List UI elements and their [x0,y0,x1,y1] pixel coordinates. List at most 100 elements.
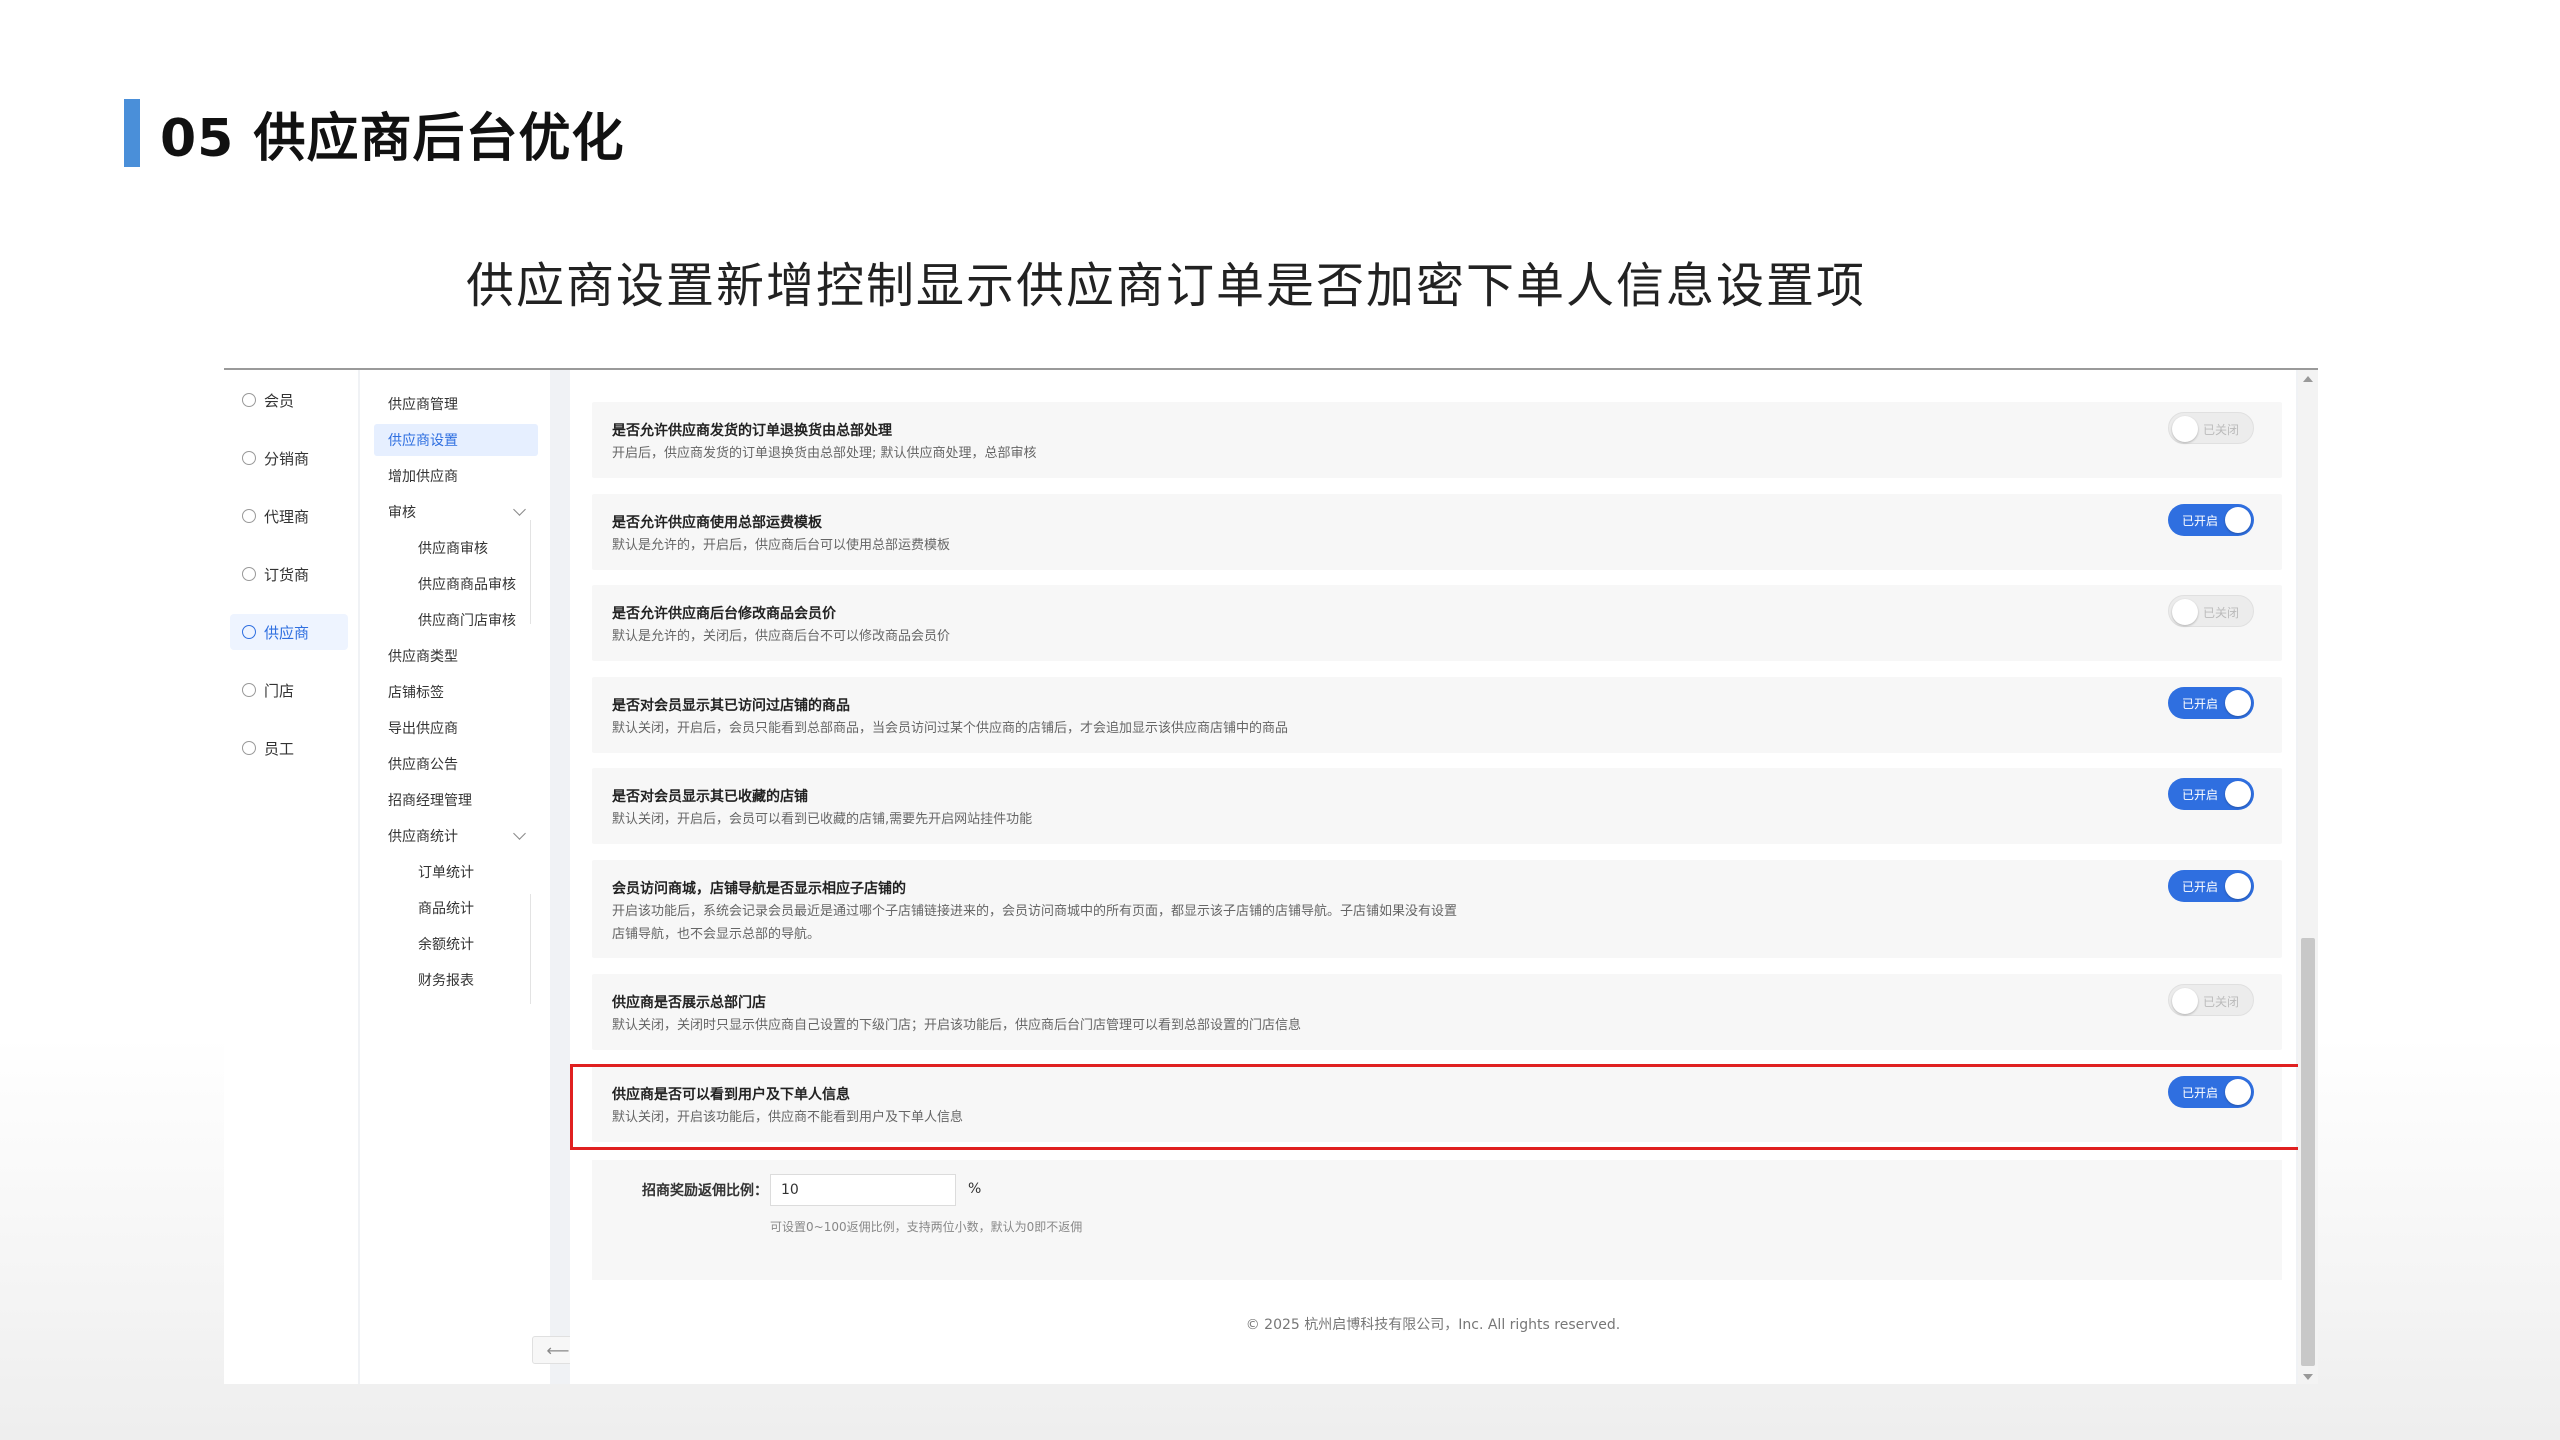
sub-nav-item-11[interactable]: 招商经理管理 [374,784,538,816]
toggle-label: 已开启 [2182,514,2219,528]
setting-toggle[interactable]: 已开启 [2168,504,2254,536]
store-icon [242,683,256,697]
setting-description: 开启该功能后，系统会记录会员最近是通过哪个子店铺链接进来的，会员访问商城中的所有… [612,904,1458,942]
nav-item-1[interactable]: 分销商 [230,440,348,476]
slide-header: 05 供应商后台优化 [124,99,624,169]
toggle-knob [2172,416,2198,442]
commission-unit: % [968,1181,982,1197]
sub-nav-item-label: 供应商门店审核 [418,613,516,629]
setting-row: 是否允许供应商使用总部运费模板默认是允许的，开启后，供应商后台可以使用总部运费模… [592,494,2282,570]
nav-item-0[interactable]: 会员 [230,382,348,418]
sub-nav-item-1[interactable]: 供应商设置 [374,424,538,456]
sub-nav-item-label: 订单统计 [418,865,474,881]
toggle-knob [2225,781,2251,807]
sub-nav-item-7[interactable]: 供应商类型 [374,640,538,672]
sub-nav-item-label: 供应商审核 [418,541,488,557]
nav-item-3[interactable]: 订货商 [230,556,348,592]
setting-row: 供应商是否展示总部门店 默认关闭，关闭时只显示供应商自己设置的下级门店；开启该功能… [592,974,2282,1050]
sub-nav-item-3[interactable]: 审核 [374,496,538,528]
sub-nav-item-9[interactable]: 导出供应商 [374,712,538,744]
sub-nav-item-label: 招商经理管理 [388,793,472,809]
setting-description: 默认关闭，开启后，会员可以看到已收藏的店铺,需要先开启网站挂件功能 [612,812,1033,827]
sub-nav-item-4[interactable]: 供应商审核 [374,532,538,564]
setting-description: 默认是允许的，开启后，供应商后台可以使用总部运费模板 [612,538,951,553]
toggle-knob [2225,690,2251,716]
highlight-box [570,1064,2316,1150]
setting-description: 默认是允许的，关闭后，供应商后台不可以修改商品会员价 [612,629,951,644]
sub-nav-item-13[interactable]: 订单统计 [374,856,538,888]
toggle-knob [2225,873,2251,899]
agent-icon [242,509,256,523]
toggle-knob [2172,599,2198,625]
orderer-icon [242,567,256,581]
setting-title: 是否允许供应商后台修改商品会员价 [612,606,836,622]
sub-nav-item-label: 财务报表 [418,973,474,989]
setting-title: 会员访问商城，店铺导航是否显示相应子店铺的 [612,881,906,897]
content-area: 供应商是否可以看到用户及下单人信息 默认关闭，开启该功能后，供应商不能看到用户及下… [570,370,2316,1384]
scroll-thumb[interactable] [2301,938,2315,1366]
toggle-label: 已关闭 [2202,423,2239,437]
nav-item-label: 订货商 [264,565,310,584]
sub-nav-item-label: 供应商设置 [388,433,458,449]
setting-row: 是否允许供应商发货的订单退换货由总部处理 开启后，供应商发货的订单退换货由总部处理… [592,402,2282,478]
nav-item-label: 员工 [264,739,295,758]
nav-item-label: 门店 [264,681,295,700]
sub-nav-item-5[interactable]: 供应商商品审核 [374,568,538,600]
nav-item-6[interactable]: 员工 [230,730,348,766]
sub-nav-item-0[interactable]: 供应商管理 [374,388,538,420]
setting-description: 默认关闭，开启后，会员只能看到总部商品，当会员访问过某个供应商的店铺后，才会追加… [612,721,1289,736]
sub-nav-item-label: 审核 [388,505,416,521]
setting-toggle[interactable]: 已开启 [2168,870,2254,902]
sub-nav-item-label: 商品统计 [418,901,474,917]
settings-panel: 供应商是否可以看到用户及下单人信息 默认关闭，开启该功能后，供应商不能看到用户及下… [570,370,2316,1296]
nav-item-2[interactable]: 代理商 [230,498,348,534]
setting-toggle[interactable]: 已关闭 [2168,984,2254,1016]
sub-nav-item-8[interactable]: 店铺标签 [374,676,538,708]
toggle-knob [2172,988,2198,1014]
sub-nav-item-label: 供应商商品审核 [418,577,516,593]
nav-item-label: 代理商 [264,507,310,526]
toggle-label: 已关闭 [2202,995,2239,1009]
commission-hint: 可设置0~100返佣比例，支持两位小数，默认为0即不返佣 [770,1220,1083,1234]
sub-nav-item-14[interactable]: 商品统计 [374,892,538,924]
footer-copyright: © 2025 杭州启博科技有限公司，Inc. All rights reserv… [1245,1317,1621,1333]
nav-item-label: 分销商 [264,449,310,468]
sub-nav-item-label: 供应商统计 [388,829,458,845]
arrow-left-icon: ⟵ [546,1340,570,1360]
nav-item-4[interactable]: 供应商 [230,614,348,650]
staff-icon [242,741,256,755]
scrollbar[interactable] [2298,370,2318,1384]
setting-toggle[interactable]: 已开启 [2168,778,2254,810]
accent-bar [124,99,140,167]
sub-nav-item-label: 余额统计 [418,937,474,953]
setting-toggle[interactable]: 已关闭 [2168,412,2254,444]
sub-nav-item-10[interactable]: 供应商公告 [374,748,538,780]
sub-nav-item-15[interactable]: 余额统计 [374,928,538,960]
setting-title: 是否对会员显示其已收藏的店铺 [612,789,808,805]
setting-toggle[interactable]: 已开启 [2168,687,2254,719]
sub-nav-item-2[interactable]: 增加供应商 [374,460,538,492]
toggle-label: 已开启 [2182,880,2219,894]
nav-item-label: 会员 [264,391,295,410]
toggle-knob [2225,507,2251,533]
toggle-label: 已开启 [2182,697,2219,711]
setting-title: 是否对会员显示其已访问过店铺的商品 [612,698,850,714]
supplier-icon [242,625,256,639]
sub-nav-item-label: 供应商管理 [388,397,458,413]
setting-row: 会员访问商城，店铺导航是否显示相应子店铺的开启该功能后，系统会记录会员最近是通过… [592,860,2282,958]
scroll-up-icon[interactable] [2303,376,2313,382]
commission-input[interactable] [770,1174,956,1206]
sub-nav-item-label: 店铺标签 [388,685,444,701]
sub-nav-item-6[interactable]: 供应商门店审核 [374,604,538,636]
sub-nav-item-label: 导出供应商 [388,721,458,737]
setting-title: 是否允许供应商使用总部运费模板 [612,515,822,531]
setting-row: 是否允许供应商后台修改商品会员价默认是允许的，关闭后，供应商后台不可以修改商品会… [592,585,2282,661]
setting-toggle[interactable]: 已关闭 [2168,595,2254,627]
setting-row: 是否对会员显示其已收藏的店铺默认关闭，开启后，会员可以看到已收藏的店铺,需要先开… [592,768,2282,844]
sub-nav-item-12[interactable]: 供应商统计 [374,820,538,852]
member-icon [242,393,256,407]
sub-nav-item-16[interactable]: 财务报表 [374,964,538,996]
nav-item-5[interactable]: 门店 [230,672,348,708]
scroll-down-icon[interactable] [2303,1374,2313,1380]
sub-nav-item-label: 供应商公告 [388,757,458,773]
